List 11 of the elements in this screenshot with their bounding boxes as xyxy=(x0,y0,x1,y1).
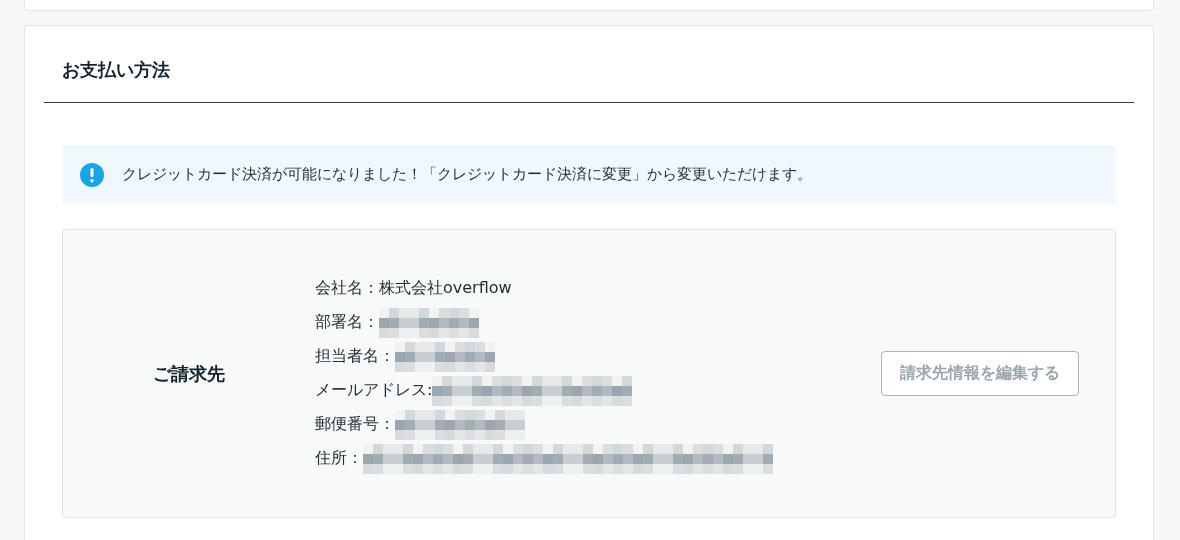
field-value: 株式会社overflow xyxy=(379,278,512,299)
field-label: 担当者名： xyxy=(315,346,395,367)
field-label: メールアドレス: xyxy=(315,380,433,401)
field-label: 郵便番号： xyxy=(315,414,395,435)
field-label: 部署名： xyxy=(315,312,379,333)
notice-text: クレジットカード決済が可能になりました！「クレジットカード決済に変更」から変更いただけます。 xyxy=(122,165,812,184)
info-icon xyxy=(80,162,104,187)
billing-heading: ご請求先 xyxy=(153,361,225,386)
field-label: 住所： xyxy=(315,448,363,469)
field-label: 会社名： xyxy=(315,278,379,299)
section-title: お支払い方法 xyxy=(61,58,171,82)
